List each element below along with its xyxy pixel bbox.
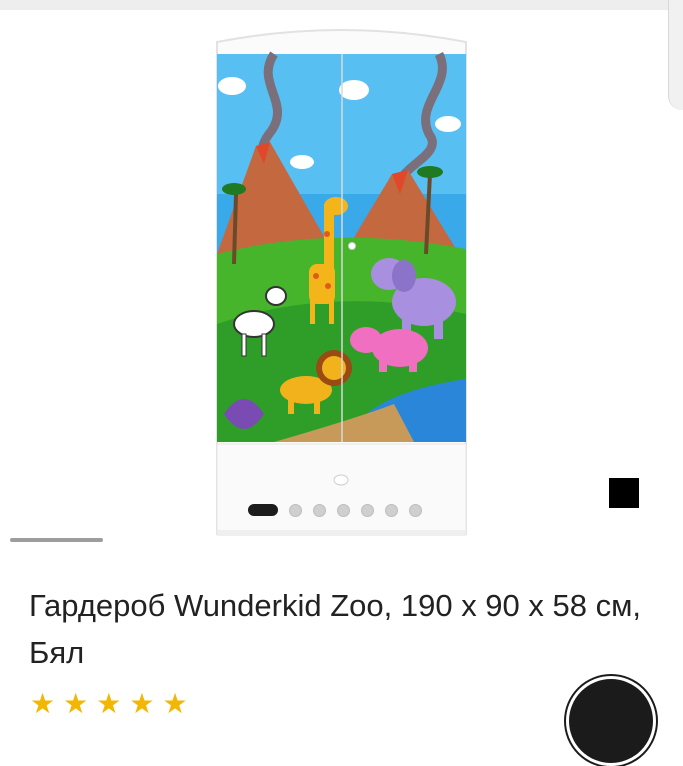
- fullscreen-button[interactable]: [609, 478, 639, 508]
- star-icon: ★: [129, 688, 155, 719]
- gallery-dot[interactable]: [313, 503, 326, 517]
- gallery-pagination[interactable]: [248, 502, 438, 518]
- star-icon: ★: [30, 688, 56, 719]
- product-image-gallery[interactable]: [0, 10, 683, 540]
- top-bar: [0, 0, 683, 10]
- star-icon: ★: [96, 688, 122, 719]
- gallery-dot[interactable]: [289, 503, 302, 517]
- thumbnail-indicator[interactable]: [10, 538, 103, 542]
- gallery-dot-active[interactable]: [248, 504, 278, 516]
- wardrobe-zoo-illustration: [216, 29, 467, 536]
- gallery-dot[interactable]: [337, 503, 350, 517]
- floating-action-button[interactable]: [566, 676, 656, 766]
- gallery-dot[interactable]: [385, 503, 398, 517]
- product-image[interactable]: [214, 24, 469, 542]
- star-icon: ★: [63, 688, 89, 719]
- gallery-dot[interactable]: [409, 503, 422, 517]
- product-rating[interactable]: ★ ★ ★ ★ ★: [30, 690, 188, 718]
- gallery-dot[interactable]: [361, 503, 374, 517]
- product-title: Гардероб Wunderkid Zoo, 190 x 90 x 58 см…: [29, 588, 642, 670]
- star-icon: ★: [162, 688, 188, 719]
